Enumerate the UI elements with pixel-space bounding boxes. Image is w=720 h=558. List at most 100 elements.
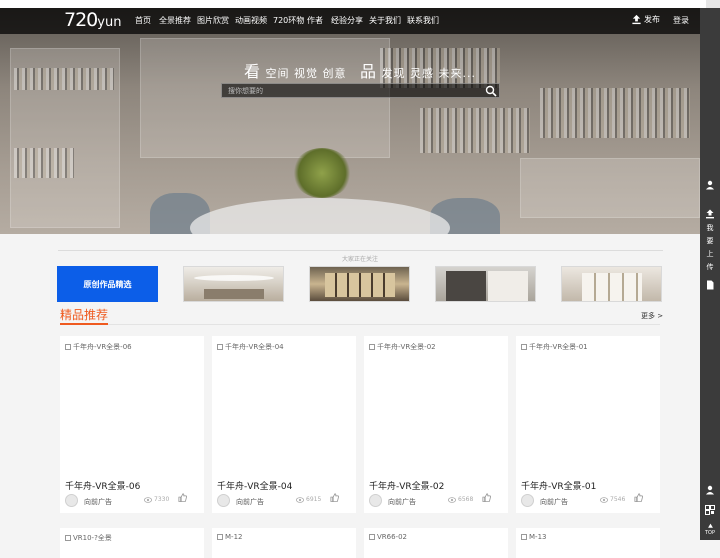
broken-image-alt: 千年舟-VR全景-04: [217, 342, 284, 352]
search-icon[interactable]: [485, 85, 497, 97]
broken-image-icon: [369, 534, 375, 540]
work-title[interactable]: 千年舟-VR全景-04: [217, 479, 292, 492]
search-input[interactable]: [222, 84, 480, 97]
back-to-top-button[interactable]: TOP: [700, 523, 720, 536]
broken-image-icon: [65, 535, 71, 541]
scrollbar-cap[interactable]: [706, 0, 720, 8]
qrcode-icon: [705, 505, 715, 515]
work-card[interactable]: 千年舟-VR全景-02 千年舟-VR全景-02 向前广告 6568: [364, 336, 508, 513]
work-card[interactable]: 千年舟-VR全景-06 千年舟-VR全景-06 向前广告 7330: [60, 336, 204, 513]
work-card[interactable]: VR10-?全景: [60, 528, 204, 558]
nav-about[interactable]: 关于我们: [369, 15, 401, 26]
eye-icon: [448, 496, 456, 503]
banner-wardrobe-dark: [446, 271, 486, 301]
nav-experience[interactable]: 经验分享: [331, 15, 363, 26]
author-name[interactable]: 向前广告: [84, 497, 112, 507]
work-title[interactable]: 千年舟-VR全景-02: [369, 479, 444, 492]
hero-table: [190, 198, 450, 234]
work-thumbnail[interactable]: [364, 336, 508, 474]
view-count: 7546: [600, 496, 625, 503]
work-thumbnail[interactable]: [212, 336, 356, 474]
broken-image-icon: [369, 344, 375, 350]
view-count: 7330: [144, 496, 169, 503]
work-card[interactable]: M-13: [516, 528, 660, 558]
broken-image-alt: 千年舟-VR全景-01: [521, 342, 588, 352]
work-card[interactable]: VR66-02: [364, 528, 508, 558]
banner-study-room[interactable]: [309, 266, 410, 302]
banner-cloakroom[interactable]: [561, 266, 662, 302]
image-alt-text: 千年舟-VR全景-01: [529, 343, 588, 351]
work-thumbnail[interactable]: [60, 336, 204, 474]
hero-banner: [0, 8, 700, 234]
right-toolbar: 我 要 上 传 TOP: [700, 8, 720, 540]
image-alt-text: VR10-?全景: [73, 534, 112, 542]
more-link[interactable]: 更多 >: [641, 311, 663, 321]
top-strip: [0, 0, 720, 8]
broken-image-alt: 千年舟-VR全景-02: [369, 342, 436, 352]
author-avatar[interactable]: [369, 494, 382, 507]
top-nav: 720yun 首页 全景推荐 图片欣赏 动画视频 720环物 作者 经验分享 关…: [0, 8, 700, 34]
nav-contact[interactable]: 联系我们: [407, 15, 439, 26]
banner-living-room[interactable]: [183, 266, 284, 302]
section-title: 精品推荐: [60, 308, 109, 322]
slogan-part: 发现 灵感 未来...: [381, 67, 476, 80]
view-count-value: 6915: [306, 496, 322, 503]
work-thumbnail[interactable]: [516, 336, 660, 474]
author-name[interactable]: 向前广告: [388, 497, 416, 507]
user-icon: [706, 180, 714, 190]
section-underline: [60, 323, 660, 325]
banner-cabinet: [325, 273, 395, 297]
view-count-value: 6568: [458, 496, 474, 503]
nav-panorama[interactable]: 全景推荐: [159, 15, 191, 26]
featured-works-banner[interactable]: 原创作品精选: [57, 266, 158, 302]
hero-books: [14, 148, 74, 178]
login-link[interactable]: 登录: [673, 15, 689, 26]
broken-image-icon: [217, 534, 223, 540]
service-button[interactable]: [700, 485, 720, 495]
work-card[interactable]: 千年舟-VR全景-04 千年舟-VR全景-04 向前广告 6915: [212, 336, 356, 513]
nav-authors[interactable]: 作者: [307, 15, 323, 26]
author-avatar[interactable]: [521, 494, 534, 507]
banner-closet: [582, 273, 642, 301]
banner-ceiling-light: [194, 275, 274, 281]
qrcode-button[interactable]: [700, 505, 720, 515]
logo-suffix: yun: [97, 15, 122, 30]
thumbs-up-icon[interactable]: [482, 493, 491, 502]
author-avatar[interactable]: [217, 494, 230, 507]
publish-button[interactable]: 发布: [631, 14, 660, 25]
hero-books: [420, 108, 530, 153]
author-name[interactable]: 向前广告: [236, 497, 264, 507]
nav-video[interactable]: 动画视频: [235, 15, 267, 26]
thumbs-up-icon[interactable]: [330, 493, 339, 502]
thumbs-up-icon[interactable]: [178, 493, 187, 502]
work-card[interactable]: M-12: [212, 528, 356, 558]
hero-slogan: 看 空间 视觉 创意 品 发现 灵感 未来...: [0, 58, 720, 82]
thumbs-up-icon[interactable]: [634, 493, 643, 502]
view-count: 6568: [448, 496, 473, 503]
author-name[interactable]: 向前广告: [540, 497, 568, 507]
view-count: 6915: [296, 496, 321, 503]
author-avatar[interactable]: [65, 494, 78, 507]
slogan-part: 空间 视觉 创意: [265, 67, 347, 80]
work-title[interactable]: 千年舟-VR全景-01: [521, 479, 596, 492]
hero-shelf: [140, 38, 390, 158]
search-box: [221, 83, 500, 98]
nav-home[interactable]: 首页: [135, 15, 151, 26]
document-button[interactable]: [700, 280, 720, 290]
work-card[interactable]: 千年舟-VR全景-01 千年舟-VR全景-01 向前广告 7546: [516, 336, 660, 513]
upload-text-char: 要: [706, 237, 714, 245]
broken-image-alt: 千年舟-VR全景-06: [65, 342, 132, 352]
work-title[interactable]: 千年舟-VR全景-06: [65, 479, 140, 492]
hero-shelf: [520, 158, 700, 218]
nav-pictures[interactable]: 图片欣赏: [197, 15, 229, 26]
banner-wardrobe[interactable]: [435, 266, 536, 302]
nav-object[interactable]: 720环物: [273, 15, 304, 26]
logo-number: 720: [64, 9, 98, 31]
arrow-up-icon: [707, 523, 713, 528]
section-underline-accent: [60, 323, 108, 325]
slogan-big-char: 看: [243, 62, 261, 81]
user-center-button[interactable]: [700, 180, 720, 190]
eye-icon: [144, 496, 152, 503]
site-logo[interactable]: 720yun: [64, 9, 121, 31]
image-alt-text: 千年舟-VR全景-06: [73, 343, 132, 351]
